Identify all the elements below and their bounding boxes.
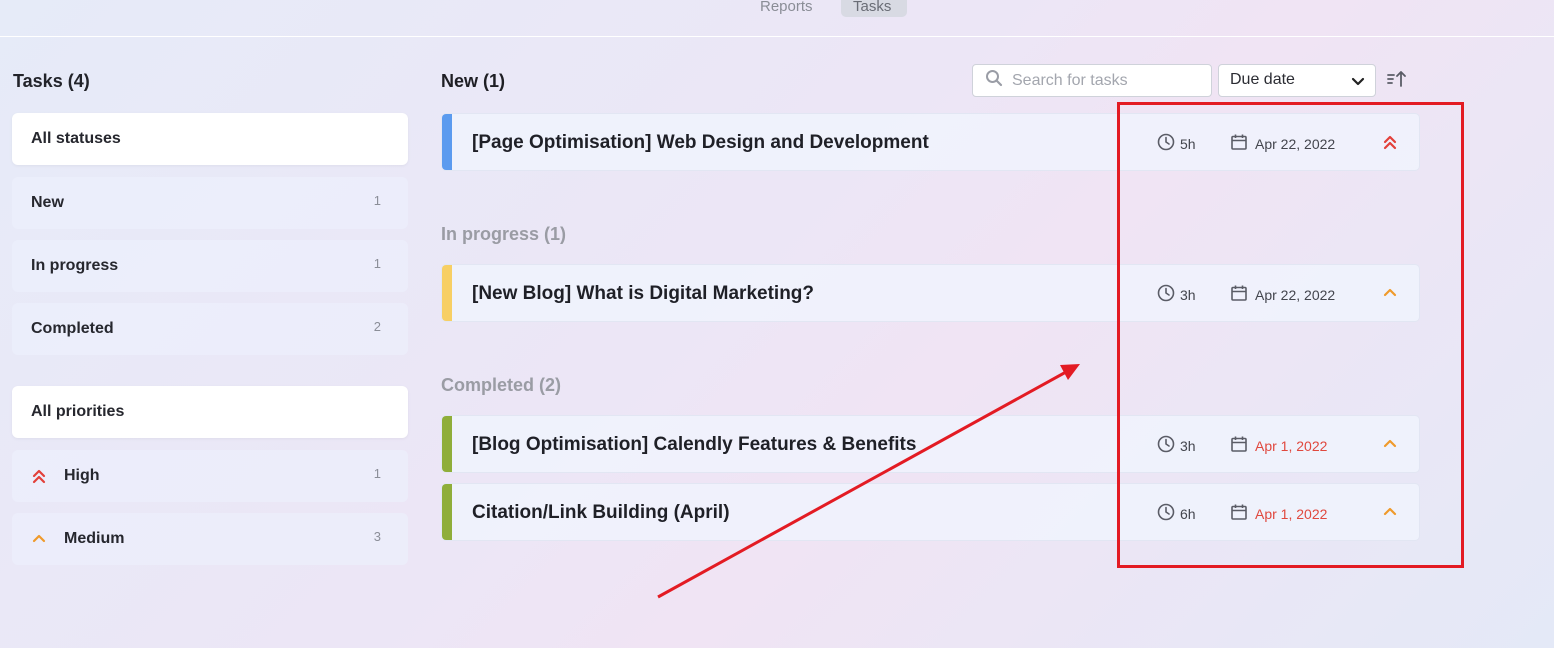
annotation-arrow xyxy=(657,364,1080,599)
